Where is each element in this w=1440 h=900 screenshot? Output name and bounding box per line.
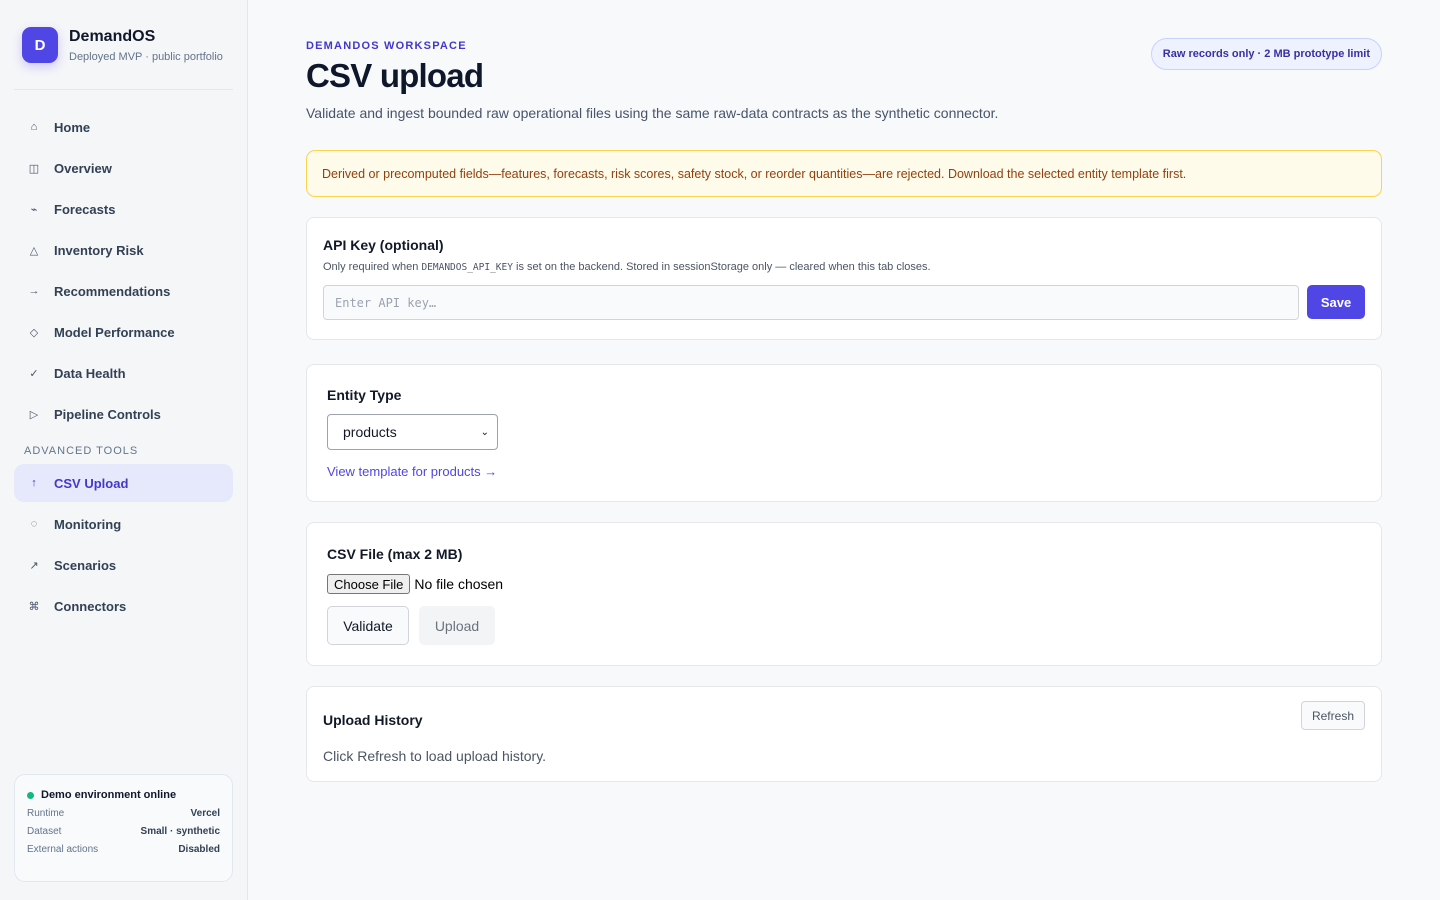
api-key-title: API Key (optional) bbox=[323, 237, 444, 253]
upload-button[interactable]: Upload bbox=[419, 606, 495, 645]
command-icon: ⌘ bbox=[28, 600, 40, 613]
api-key-input[interactable] bbox=[323, 285, 1299, 320]
status-title: Demo environment online bbox=[41, 789, 177, 801]
environment-status-card: Demo environment online Runtime Vercel D… bbox=[14, 774, 233, 882]
api-key-help: Only required when DEMANDOS_API_KEY is s… bbox=[323, 261, 1365, 273]
status-row: Dataset Small · synthetic bbox=[27, 826, 220, 837]
sidebar-item-data-health[interactable]: ✓ Data Health bbox=[14, 354, 233, 392]
sidebar-item-scenarios[interactable]: ↗ Scenarios bbox=[14, 546, 233, 584]
brand-subtitle: Deployed MVP · public portfolio bbox=[69, 51, 223, 63]
page-eyebrow: DEMANDOS WORKSPACE bbox=[306, 40, 467, 52]
arrow-right-icon: → bbox=[28, 285, 40, 297]
entity-type-select[interactable]: products ⌄ bbox=[327, 414, 498, 450]
sidebar-item-model-performance[interactable]: ◇ Model Performance bbox=[14, 313, 233, 351]
derived-fields-warning: Derived or precomputed fields—features, … bbox=[306, 150, 1382, 197]
sidebar-item-label: Connectors bbox=[54, 598, 127, 614]
csv-file-label: CSV File (max 2 MB) bbox=[327, 546, 463, 562]
sidebar-item-label: Monitoring bbox=[54, 516, 122, 532]
status-value: Small · synthetic bbox=[140, 826, 220, 837]
check-icon: ✓ bbox=[29, 367, 39, 380]
sidebar-divider bbox=[14, 89, 233, 90]
arrow-up-icon: ↑ bbox=[31, 477, 37, 489]
sidebar-item-label: Overview bbox=[54, 160, 112, 176]
limit-badge: Raw records only · 2 MB prototype limit bbox=[1150, 38, 1382, 70]
sidebar-item-forecasts[interactable]: ⌁ Forecasts bbox=[14, 190, 233, 228]
entity-type-label: Entity Type bbox=[327, 387, 402, 403]
api-key-card: API Key (optional) Only required when DE… bbox=[306, 217, 1382, 340]
warning-triangle-icon: △ bbox=[29, 244, 39, 257]
sidebar-nav: ⌂ Home ◫ Overview ⌁ Forecasts △ Inventor… bbox=[14, 108, 233, 628]
sidebar-item-home[interactable]: ⌂ Home bbox=[14, 108, 233, 146]
sidebar-section-label: ADVANCED TOOLS bbox=[24, 445, 139, 457]
sidebar-item-monitoring[interactable]: ◌ Monitoring bbox=[14, 505, 233, 543]
sidebar-item-label: Pipeline Controls bbox=[54, 406, 161, 422]
api-key-help-suffix: is set on the backend. Stored in session… bbox=[512, 261, 931, 273]
file-status: No file chosen bbox=[414, 576, 504, 592]
sidebar-item-label: Recommendations bbox=[54, 283, 171, 299]
csv-file-card: CSV File (max 2 MB) Choose File No file … bbox=[306, 522, 1382, 666]
play-icon: ▷ bbox=[29, 408, 39, 421]
layout-icon: ◫ bbox=[28, 162, 40, 175]
entity-type-card: Entity Type products ⌄ View template for… bbox=[306, 364, 1382, 502]
sidebar-item-label: Data Health bbox=[54, 365, 126, 381]
monitor-ring-icon: ◌ bbox=[30, 518, 38, 530]
choose-file-button[interactable]: Choose File bbox=[327, 574, 411, 594]
sidebar-item-inventory-risk[interactable]: △ Inventory Risk bbox=[14, 231, 233, 269]
brand[interactable]: D DemandOS Deployed MVP · public portfol… bbox=[22, 27, 223, 63]
arrow-up-right-icon: ↗ bbox=[29, 559, 39, 572]
status-row: Runtime Vercel bbox=[27, 808, 220, 819]
api-key-env-var: DEMANDOS_API_KEY bbox=[421, 262, 513, 273]
sidebar-item-recommendations[interactable]: → Recommendations bbox=[14, 272, 233, 310]
upload-history-empty: Click Refresh to load upload history. bbox=[323, 748, 547, 764]
sidebar-item-label: Model Performance bbox=[54, 324, 175, 340]
trend-icon: ⌁ bbox=[30, 203, 38, 216]
save-api-key-button[interactable]: Save bbox=[1307, 285, 1365, 319]
diamond-icon: ◇ bbox=[29, 326, 39, 339]
view-template-link[interactable]: View template for products → bbox=[327, 464, 497, 479]
status-row: External actions Disabled bbox=[27, 844, 220, 855]
upload-history-title: Upload History bbox=[323, 711, 423, 728]
sidebar-item-label: Inventory Risk bbox=[54, 242, 144, 258]
status-value: Vercel bbox=[190, 808, 220, 819]
home-icon: ⌂ bbox=[30, 121, 38, 133]
status-key: External actions bbox=[27, 844, 99, 855]
sidebar: D DemandOS Deployed MVP · public portfol… bbox=[0, 0, 248, 900]
page-subtitle: Validate and ingest bounded raw operatio… bbox=[306, 105, 999, 121]
sidebar-item-label: Forecasts bbox=[54, 201, 116, 217]
brand-name: DemandOS bbox=[69, 28, 156, 45]
page-title: CSV upload bbox=[306, 57, 484, 94]
sidebar-item-label: Scenarios bbox=[54, 557, 117, 573]
sidebar-item-label: CSV Upload bbox=[54, 475, 129, 491]
sidebar-item-pipeline-controls[interactable]: ▷ Pipeline Controls bbox=[14, 395, 233, 433]
status-key: Dataset bbox=[27, 826, 62, 837]
chevron-down-icon: ⌄ bbox=[480, 426, 489, 438]
refresh-button[interactable]: Refresh bbox=[1300, 701, 1365, 730]
sidebar-item-csv-upload[interactable]: ↑ CSV Upload bbox=[14, 464, 233, 502]
api-key-help-prefix: Only required when bbox=[323, 261, 422, 273]
status-key: Runtime bbox=[27, 808, 65, 819]
entity-type-value: products bbox=[343, 424, 397, 440]
brand-logo: D bbox=[22, 27, 58, 63]
sidebar-item-connectors[interactable]: ⌘ Connectors bbox=[14, 587, 233, 625]
status-dot-icon bbox=[27, 791, 34, 799]
status-value: Disabled bbox=[178, 844, 220, 855]
sidebar-item-label: Home bbox=[54, 119, 91, 135]
sidebar-item-overview[interactable]: ◫ Overview bbox=[14, 149, 233, 187]
upload-history-card: Upload History Refresh Click Refresh to … bbox=[306, 686, 1382, 782]
validate-button[interactable]: Validate bbox=[327, 606, 409, 645]
